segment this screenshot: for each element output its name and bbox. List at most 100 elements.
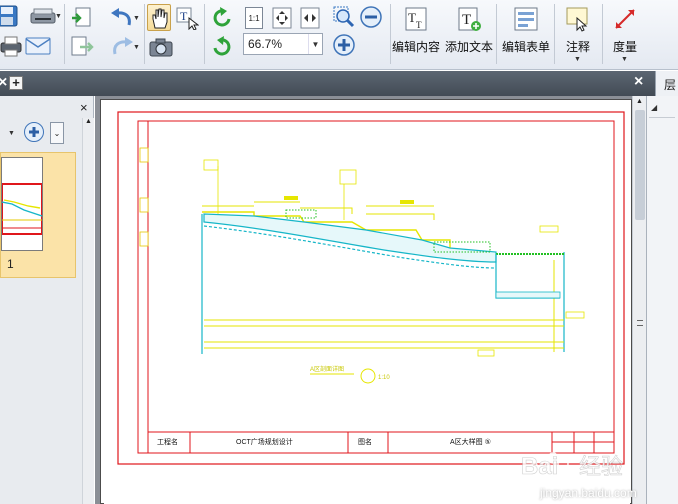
text-cursor-icon: T xyxy=(176,7,199,30)
scale-label: 1:10 xyxy=(378,375,390,381)
edit-content-icon: T T xyxy=(405,7,427,31)
rotate-counterclockwise-button[interactable] xyxy=(208,33,236,60)
scroll-up-button[interactable]: ▲ xyxy=(83,118,94,130)
svg-text:Bai: Bai xyxy=(521,453,558,480)
toolbar-separator xyxy=(390,4,391,64)
print-button[interactable] xyxy=(0,33,22,59)
drawing-label: 图名 xyxy=(358,439,372,446)
zoom-out-icon xyxy=(360,6,382,28)
insert-page-button[interactable] xyxy=(68,5,96,31)
svg-text:T: T xyxy=(416,20,422,30)
layers-panel-toggle[interactable]: ◢ xyxy=(649,100,675,118)
scroll-thumb[interactable] xyxy=(635,110,645,220)
page-thumbnail[interactable] xyxy=(1,157,43,251)
toolbar-separator xyxy=(554,4,555,64)
hand-icon xyxy=(152,8,168,29)
zoom-out-button[interactable] xyxy=(358,5,384,29)
document-tab-strip: × + × xyxy=(0,71,655,96)
camera-icon xyxy=(149,38,173,57)
toolbar-separator xyxy=(144,4,145,64)
zoom-marquee-icon xyxy=(333,6,355,28)
edit-form-label: 编辑表单 xyxy=(502,40,551,54)
edit-form-icon xyxy=(514,7,538,31)
actual-size-label: 1:1 xyxy=(248,13,260,23)
zoom-select[interactable]: 66.7% ▼ xyxy=(243,33,323,55)
thumbnail-drawing-preview xyxy=(2,158,42,250)
annotate-label: 注释 xyxy=(566,40,591,54)
zoom-marquee-button[interactable] xyxy=(332,5,356,29)
scroll-grip-icon xyxy=(637,320,643,326)
chevron-down-icon: ▼ xyxy=(133,44,140,51)
annotate-button[interactable]: 注释 ▼ xyxy=(558,4,598,66)
thumbnail-item-selected[interactable]: 1 xyxy=(0,152,76,278)
rotate-clockwise-button[interactable] xyxy=(208,4,236,31)
edit-content-button[interactable]: T T 编辑内容 xyxy=(392,4,442,60)
zoom-in-icon xyxy=(333,34,355,56)
pdf-editor-window: ▼ ▼ ▼ T 1:1 66.7% ▼ T T 编辑内容 T 添加文本 编辑表单… xyxy=(0,0,678,504)
actual-size-button[interactable]: 1:1 xyxy=(243,6,265,30)
layers-panel: ◢ xyxy=(646,96,678,504)
project-name: OCT广场规划设计 xyxy=(236,439,293,446)
email-button[interactable] xyxy=(24,33,52,59)
page-arrow-icon xyxy=(72,7,91,27)
fit-width-icon xyxy=(300,7,320,29)
scroll-up-button[interactable]: ▲ xyxy=(633,98,646,110)
envelope-icon xyxy=(25,37,51,55)
measure-icon xyxy=(615,9,635,29)
right-panel-tab-strip: 层 xyxy=(655,71,678,96)
zoom-in-button[interactable] xyxy=(332,33,356,57)
fit-width-button[interactable] xyxy=(298,6,322,30)
new-tab-button[interactable]: + xyxy=(9,76,23,90)
toolbar-separator xyxy=(602,4,603,64)
snapshot-button[interactable] xyxy=(147,34,175,60)
close-all-icon[interactable]: × xyxy=(634,73,643,91)
project-label: 工程名 xyxy=(157,439,178,446)
chevron-down-icon: ▼ xyxy=(621,56,628,63)
scanner-icon xyxy=(30,8,56,24)
close-tab-icon[interactable]: × xyxy=(0,74,7,92)
extract-page-button[interactable] xyxy=(68,34,96,60)
add-text-label: 添加文本 xyxy=(445,40,494,54)
document-scrollbar[interactable]: ▲ xyxy=(632,96,646,504)
scan-button[interactable]: ▼ xyxy=(25,3,62,29)
fit-page-icon xyxy=(272,7,292,29)
hand-tool-button[interactable] xyxy=(147,4,171,31)
thumbnail-scrollbar[interactable]: ▲ xyxy=(82,118,94,504)
thumbnail-zoom-in-button[interactable] xyxy=(24,122,44,142)
save-button[interactable] xyxy=(0,3,24,29)
zoom-value: 66.7% xyxy=(248,37,283,51)
undo-button[interactable]: ▼ xyxy=(102,5,142,31)
drawing-name: A区大样图 ⑤ xyxy=(450,439,491,446)
thumbnail-panel: × ▼ ⌄ ▲ 1 xyxy=(0,96,94,504)
chevron-down-icon: ▼ xyxy=(308,34,322,54)
actual-size-icon: 1:1 xyxy=(245,7,263,29)
measure-label: 度量 xyxy=(613,40,638,54)
svg-text:T: T xyxy=(180,9,188,23)
zoom-in-icon xyxy=(29,127,39,137)
svg-text:经验: 经验 xyxy=(579,454,623,479)
page-number-label: 1 xyxy=(7,257,14,271)
chevron-down-icon[interactable]: ▼ xyxy=(8,130,15,137)
thumbnail-options-button[interactable]: ⌄ xyxy=(50,122,64,144)
fit-page-button[interactable] xyxy=(270,6,294,30)
edit-content-label: 编辑内容 xyxy=(392,40,441,54)
watermark-url: jingyan.baidu.com xyxy=(540,486,637,500)
add-text-button[interactable]: T 添加文本 xyxy=(444,4,494,60)
svg-text:T: T xyxy=(462,12,471,28)
redo-icon xyxy=(113,37,133,55)
chevron-down-icon: ▼ xyxy=(55,13,62,20)
close-panel-icon[interactable]: × xyxy=(80,100,88,115)
right-panel-tab[interactable]: 层 xyxy=(664,76,676,93)
rotate-clockwise-icon xyxy=(213,6,231,26)
redo-button[interactable]: ▼ xyxy=(102,34,142,60)
toolbar-separator xyxy=(204,4,205,64)
toolbar-separator xyxy=(64,4,65,64)
edit-form-button[interactable]: 编辑表单 xyxy=(500,4,552,60)
pdf-page[interactable]: A区剖面详图 1:10 工程名 OCT广场规划设计 图名 A区大样图 ⑤ xyxy=(104,102,630,504)
page-export-icon xyxy=(71,36,94,56)
chevron-down-icon: ▼ xyxy=(133,15,140,22)
add-text-icon: T xyxy=(458,7,481,31)
plus-icon: + xyxy=(12,75,20,90)
measure-button[interactable]: 度量 ▼ xyxy=(605,4,645,66)
select-text-button[interactable]: T xyxy=(174,4,200,31)
